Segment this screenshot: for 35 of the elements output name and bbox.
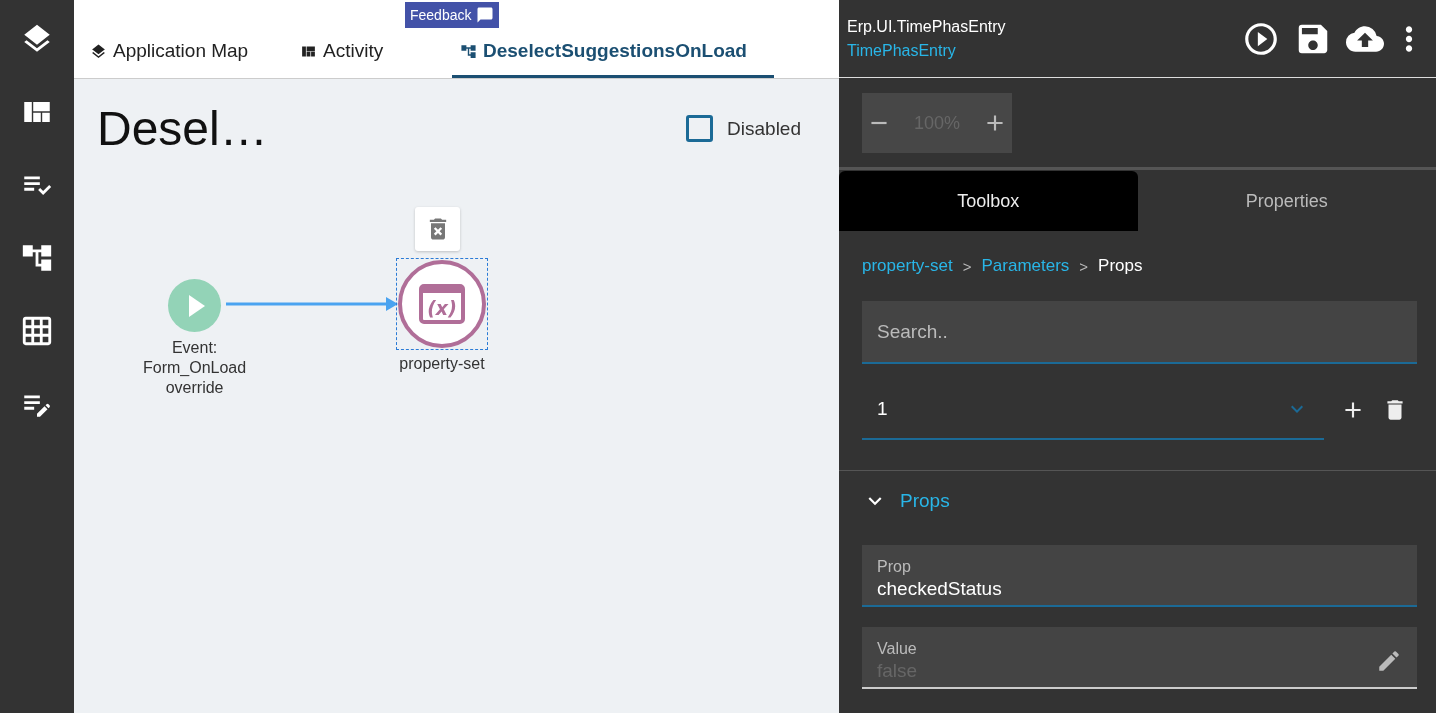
layers-icon [90, 42, 107, 60]
breadcrumb-link[interactable]: property-set [862, 256, 953, 276]
app-title: Erp.UI.TimePhasEntry [847, 17, 1006, 36]
section-header[interactable]: Props [862, 471, 1417, 531]
breadcrumb-separator: > [1079, 257, 1089, 275]
panel-tab[interactable]: Properties [1137, 171, 1436, 231]
search-field[interactable]: Search.. [862, 301, 1417, 364]
app-subtitle: TimePhasEntry [847, 41, 957, 60]
checkbox[interactable] [686, 115, 714, 142]
tab[interactable]: Application Map [90, 27, 300, 78]
node-label: Event: Form_OnLoad override [143, 338, 247, 398]
parameter-select[interactable]: 1 [862, 380, 1324, 440]
text-field[interactable]: Prop checkedStatus [862, 545, 1417, 607]
play-icon [188, 294, 205, 317]
field-value: checkedStatus [877, 578, 1002, 600]
delete-node-button[interactable] [415, 207, 460, 251]
start-event-node[interactable] [168, 279, 222, 332]
section-title: Props [900, 490, 950, 512]
flow-title: Desel… [97, 101, 268, 156]
field-label: Value [877, 640, 918, 658]
panel-tab[interactable]: Toolbox [839, 171, 1138, 231]
checkbox-label: Disabled [727, 117, 801, 140]
field-label: Prop [877, 558, 912, 576]
chat-icon [476, 6, 495, 24]
flow-icon [460, 42, 477, 60]
variable-window-icon: (x) [419, 284, 465, 324]
node-label: property-set [399, 354, 485, 374]
breadcrumb-link[interactable]: Props [1098, 256, 1143, 276]
property-set-node[interactable]: (x) [398, 260, 486, 348]
tab[interactable]: Activity [300, 27, 452, 78]
breadcrumb-separator: > [962, 257, 972, 275]
pencil-icon[interactable] [1376, 648, 1402, 674]
grid-icon[interactable] [20, 314, 54, 348]
feedback-button[interactable]: Feedback [405, 2, 500, 28]
breadcrumb-link[interactable]: Parameters [981, 256, 1070, 276]
